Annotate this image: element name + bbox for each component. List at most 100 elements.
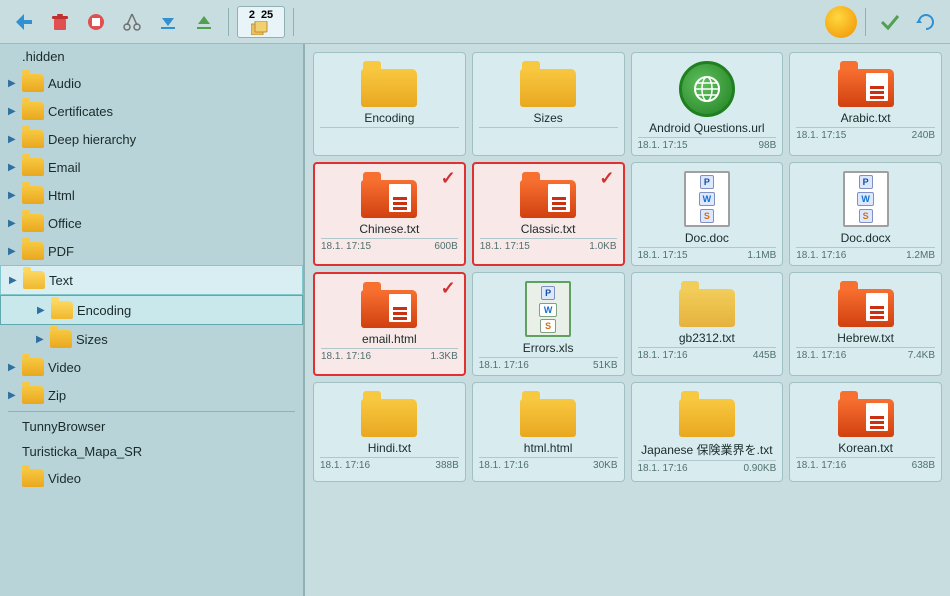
- checkmark-icon: ✓: [441, 168, 456, 189]
- ws-w-badge: W: [857, 192, 874, 206]
- sidebar-item-audio[interactable]: ▶ Audio: [0, 69, 303, 97]
- file-size: 388B: [435, 460, 458, 471]
- folder-icon-large: [361, 391, 417, 437]
- folder-icon: [22, 74, 44, 92]
- arrow-icon: ▶: [9, 275, 19, 286]
- file-item[interactable]: Android Questions.url 18.1. 17:15 98B: [631, 52, 784, 156]
- file-meta: [479, 127, 618, 130]
- sidebar-item-email[interactable]: ▶ Email: [0, 153, 303, 181]
- sidebar-item-certificates[interactable]: ▶ Certificates: [0, 97, 303, 125]
- file-item[interactable]: Hindi.txt 18.1. 17:16 388B: [313, 382, 466, 482]
- file-item[interactable]: P W S Doc.docx 18.1. 17:16 1.2MB: [789, 162, 942, 266]
- sidebar-item-html[interactable]: ▶ Html: [0, 181, 303, 209]
- sidebar: .hidden ▶ Audio ▶ Certificates ▶ Deep hi…: [0, 44, 305, 596]
- file-item-selected[interactable]: ✓ Classic.txt 18.1. 17:15 1.0KB: [472, 162, 625, 266]
- checkmark-icon: ✓: [441, 278, 456, 299]
- home-button[interactable]: [825, 6, 857, 38]
- file-item[interactable]: Japanese 保険業界を.txt 18.1. 17:16 0.90KB: [631, 382, 784, 482]
- file-date: 18.1. 17:15: [638, 250, 688, 261]
- sidebar-item-turisticka[interactable]: Turisticka_Mapa_SR: [0, 439, 303, 464]
- file-name: Android Questions.url: [649, 121, 764, 135]
- file-date: 18.1. 17:16: [321, 351, 371, 362]
- file-size: 240B: [912, 130, 935, 141]
- doc-folder-icon: [838, 391, 894, 437]
- file-name: Classic.txt: [521, 222, 576, 236]
- refresh-button[interactable]: [910, 6, 942, 38]
- sidebar-item-hidden[interactable]: .hidden: [0, 44, 303, 69]
- file-name: Arabic.txt: [841, 111, 891, 125]
- file-size: 0.90KB: [743, 463, 776, 474]
- stop-button[interactable]: [80, 6, 112, 38]
- arrow-icon: ▶: [8, 362, 18, 373]
- folder-icon-large: [679, 391, 735, 437]
- doc-folder-icon: [838, 281, 894, 327]
- check-button[interactable]: [874, 6, 906, 38]
- folder-icon: [22, 186, 44, 204]
- download-button[interactable]: [152, 6, 184, 38]
- arrow-icon: ▶: [8, 162, 18, 173]
- sidebar-item-tunny[interactable]: TunnyBrowser: [0, 414, 303, 439]
- sidebar-item-zip[interactable]: ▶ Zip: [0, 381, 303, 409]
- file-name: Hebrew.txt: [837, 331, 894, 345]
- file-size: 1.3KB: [431, 351, 458, 362]
- cut-button[interactable]: [116, 6, 148, 38]
- delete-button[interactable]: [44, 6, 76, 38]
- sidebar-item-office[interactable]: ▶ Office: [0, 209, 303, 237]
- file-meta: 18.1. 17:16 1.3KB: [321, 348, 458, 362]
- badge-bottom: 25: [261, 9, 273, 21]
- folder-icon: [22, 214, 44, 232]
- file-date: 18.1. 17:16: [796, 460, 846, 471]
- file-name: Doc.doc: [685, 231, 729, 245]
- sidebar-item-pdf[interactable]: ▶ PDF: [0, 237, 303, 265]
- file-name: Errors.xls: [523, 341, 574, 355]
- file-size: 1.0KB: [589, 241, 616, 252]
- sidebar-divider: [8, 411, 295, 412]
- sidebar-item-video2[interactable]: Video: [0, 464, 303, 492]
- ws-icon: P W S: [684, 171, 730, 227]
- sidebar-item-video[interactable]: ▶ Video: [0, 353, 303, 381]
- file-name: gb2312.txt: [679, 331, 735, 345]
- file-meta: 18.1. 17:15 98B: [638, 137, 777, 151]
- arrow-icon: ▶: [8, 190, 18, 201]
- file-item[interactable]: Sizes: [472, 52, 625, 156]
- file-meta: 18.1. 17:16 1.2MB: [796, 247, 935, 261]
- file-item[interactable]: html.html 18.1. 17:16 30KB: [472, 382, 625, 482]
- file-name: Doc.docx: [841, 231, 891, 245]
- folder-icon: [22, 242, 44, 260]
- file-item[interactable]: Encoding: [313, 52, 466, 156]
- file-meta: 18.1. 17:15 600B: [321, 238, 458, 252]
- file-item[interactable]: P W S Doc.doc 18.1. 17:15 1.1MB: [631, 162, 784, 266]
- doc-folder-icon: [361, 282, 417, 328]
- arrow-icon: ▶: [8, 134, 18, 145]
- upload-button[interactable]: [188, 6, 220, 38]
- file-item-selected[interactable]: ✓ Chinese.txt 18.1. 17:15 600B: [313, 162, 466, 266]
- sidebar-item-deep-hierarchy[interactable]: ▶ Deep hierarchy: [0, 125, 303, 153]
- back-button[interactable]: [8, 6, 40, 38]
- ws-p-badge: P: [859, 175, 873, 189]
- sidebar-item-encoding[interactable]: ▶ Encoding: [0, 295, 303, 325]
- file-item[interactable]: P W S Errors.xls 18.1. 17:16 51KB: [472, 272, 625, 376]
- file-size: 30KB: [593, 460, 617, 471]
- file-meta: 18.1. 17:16 30KB: [479, 457, 618, 471]
- folder-icon-large: [520, 391, 576, 437]
- folder-icon: [50, 330, 72, 348]
- file-item[interactable]: Hebrew.txt 18.1. 17:16 7.4KB: [789, 272, 942, 376]
- ws-w-badge: W: [699, 192, 716, 206]
- file-item[interactable]: Arabic.txt 18.1. 17:15 240B: [789, 52, 942, 156]
- file-meta: 18.1. 17:16 388B: [320, 457, 459, 471]
- file-count-badge[interactable]: 2 25: [237, 6, 285, 38]
- sidebar-item-sizes[interactable]: ▶ Sizes: [0, 325, 303, 353]
- ws-p-badge: P: [700, 175, 714, 189]
- file-name: Sizes: [533, 111, 562, 125]
- arrow-icon: ▶: [8, 218, 18, 229]
- file-item[interactable]: gb2312.txt 18.1. 17:16 445B: [631, 272, 784, 376]
- file-meta: 18.1. 17:15 1.1MB: [638, 247, 777, 261]
- file-name: Korean.txt: [838, 441, 893, 455]
- file-name: email.html: [362, 332, 417, 346]
- file-meta: 18.1. 17:16 638B: [796, 457, 935, 471]
- sidebar-item-text[interactable]: ▶ Text: [0, 265, 303, 295]
- badge-top: 2: [249, 9, 255, 21]
- file-item[interactable]: Korean.txt 18.1. 17:16 638B: [789, 382, 942, 482]
- ws-s-badge: S: [540, 319, 556, 333]
- file-item-selected[interactable]: ✓ email.html 18.1. 17:16 1.3KB: [313, 272, 466, 376]
